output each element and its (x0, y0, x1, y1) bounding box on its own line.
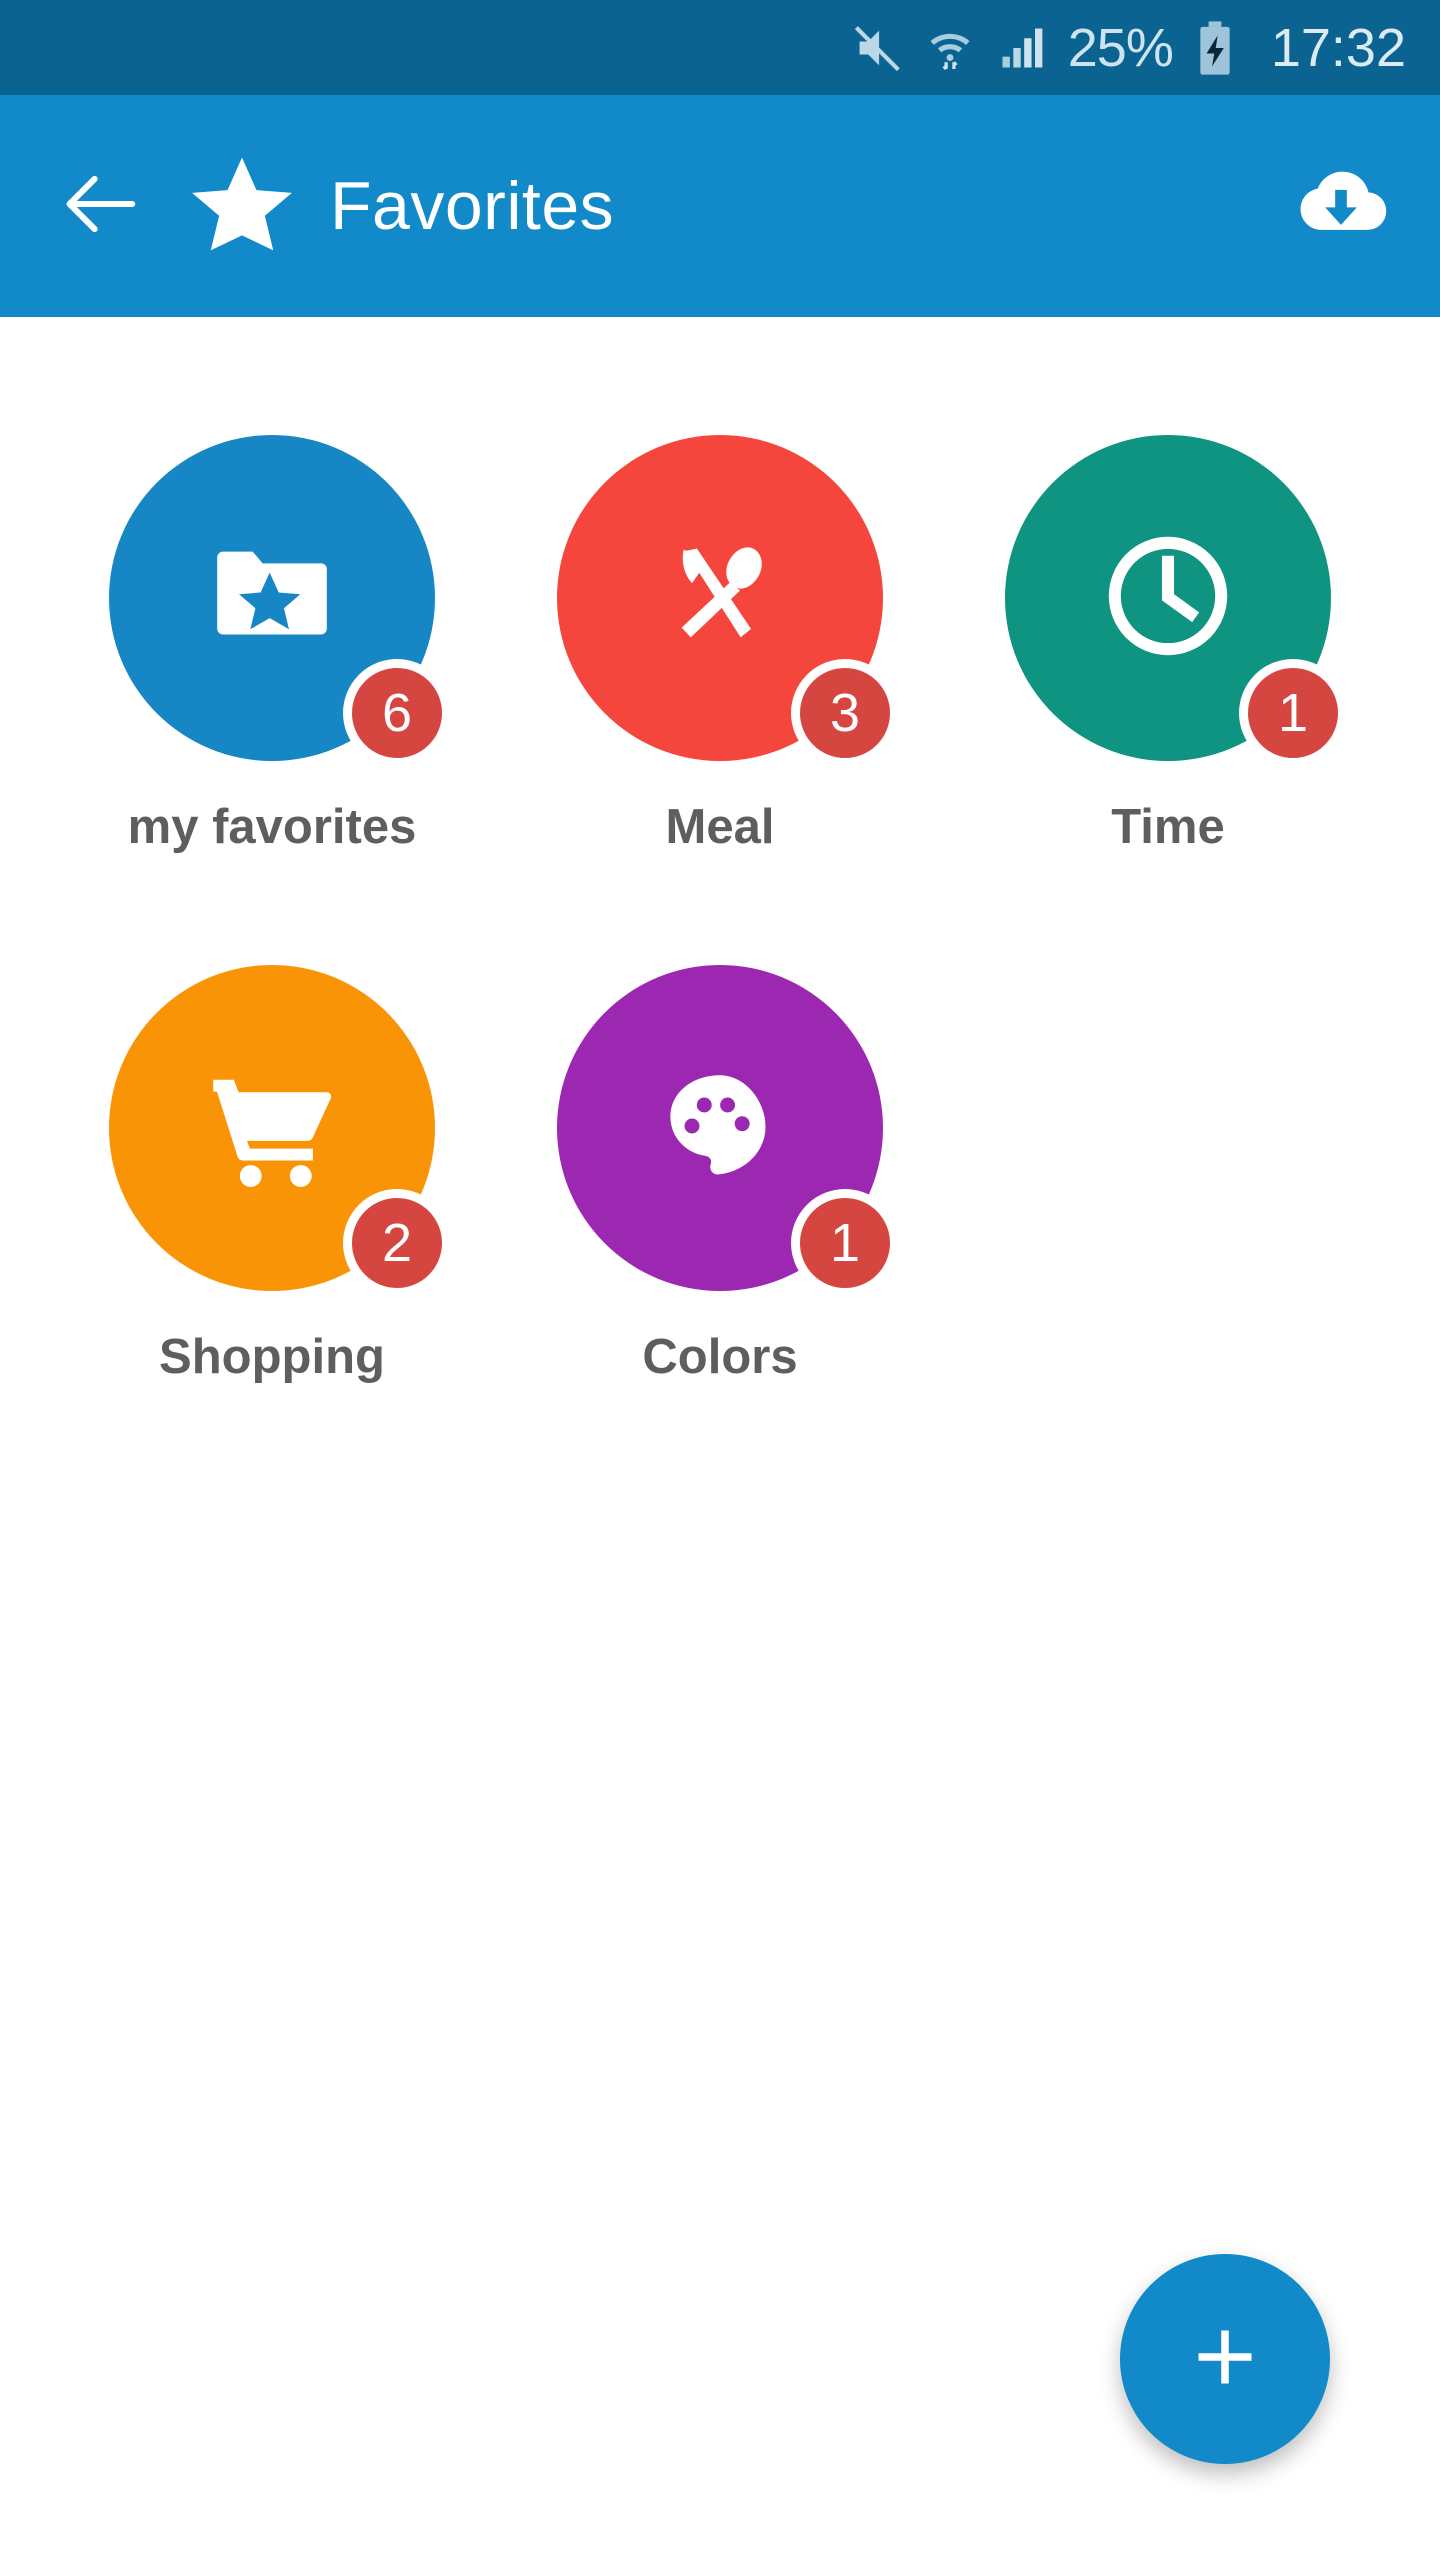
grid-item-label: Shopping (159, 1330, 385, 1384)
wifi-icon (924, 22, 976, 74)
icon-circle-wrapper: 6 (109, 435, 451, 767)
status-bar: 25% 17:32 (0, 0, 1440, 95)
plus-icon (1182, 2314, 1268, 2405)
grid-item-time[interactable]: 1 Time (944, 435, 1392, 855)
grid-item-shopping[interactable]: 2 Shopping (48, 965, 496, 1385)
mute-icon (852, 22, 904, 74)
grid-item-colors[interactable]: 1 Colors (496, 965, 944, 1385)
favorites-grid: 6 my favorites 3 Meal 1 Time 2 Shopping … (0, 317, 1440, 1385)
grid-item-label: Colors (642, 1330, 798, 1384)
badge-count: 3 (791, 659, 899, 767)
content-area: 6 my favorites 3 Meal 1 Time 2 Shopping … (0, 317, 1440, 2560)
page-title: Favorites (330, 168, 615, 244)
cloud-download-button[interactable] (1286, 151, 1396, 261)
clock-icon (1092, 520, 1244, 677)
cloud-download-icon (1291, 154, 1391, 259)
badge-count: 2 (343, 1189, 451, 1297)
grid-item-label: Meal (665, 800, 775, 854)
cutlery-icon (647, 523, 793, 674)
grid-item-meal[interactable]: 3 Meal (496, 435, 944, 855)
grid-item-label: my favorites (127, 800, 417, 854)
app-bar: Favorites (0, 95, 1440, 317)
badge-count: 1 (791, 1189, 899, 1297)
back-button[interactable] (52, 158, 148, 254)
palette-icon (650, 1056, 790, 1201)
icon-circle-wrapper: 1 (557, 965, 899, 1297)
status-clock: 17:32 (1270, 17, 1406, 78)
battery-percent-label: 25% (1067, 17, 1174, 78)
badge-count: 6 (343, 659, 451, 767)
shopping-cart-icon (197, 1051, 347, 1206)
arrow-left-icon (57, 161, 143, 252)
icon-circle-wrapper: 2 (109, 965, 451, 1297)
star-icon (186, 150, 298, 262)
folder-star-icon (202, 526, 342, 671)
grid-item-label: Time (1111, 800, 1225, 854)
grid-item-my-favorites[interactable]: 6 my favorites (48, 435, 496, 855)
signal-icon (996, 22, 1048, 74)
icon-circle-wrapper: 1 (1005, 435, 1347, 767)
badge-count: 1 (1239, 659, 1347, 767)
add-favorite-fab[interactable] (1120, 2254, 1330, 2464)
icon-circle-wrapper: 3 (557, 435, 899, 767)
battery-charging-icon (1193, 20, 1237, 76)
